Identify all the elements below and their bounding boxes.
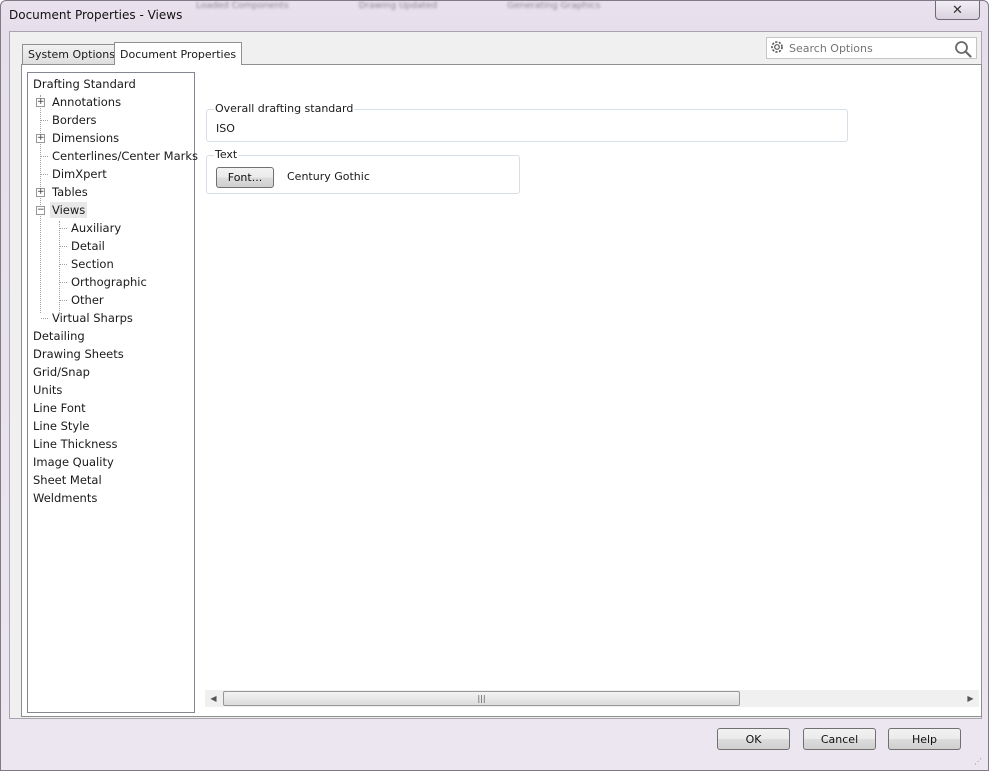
tree-item-sheet-metal[interactable]: Sheet Metal — [28, 471, 194, 489]
tree-item-orthographic[interactable]: Orthographic — [28, 273, 194, 291]
ok-button[interactable]: OK — [717, 728, 790, 750]
overall-drafting-standard-group: Overall drafting standard ISO — [206, 102, 848, 142]
grip-icon: ||| — [477, 694, 486, 703]
collapse-minus-icon[interactable]: − — [36, 206, 45, 215]
tree-item-image-quality[interactable]: Image Quality — [28, 453, 194, 471]
tree-item-centerlines[interactable]: Centerlines/Center Marks — [28, 147, 198, 165]
tree-item-detail[interactable]: Detail — [28, 237, 194, 255]
expand-plus-icon[interactable]: + — [36, 134, 45, 143]
expand-plus-icon[interactable]: + — [36, 188, 45, 197]
tree-item-line-style[interactable]: Line Style — [28, 417, 194, 435]
drafting-standard-value: ISO — [216, 122, 235, 135]
tree-item-dimxpert[interactable]: DimXpert — [28, 165, 194, 183]
dialog-client-area: System Options Document Properties Searc… — [9, 31, 982, 719]
horizontal-scrollbar[interactable]: ◀ ||| ▶ — [205, 690, 979, 707]
tree-item-weldments[interactable]: Weldments — [28, 489, 194, 507]
dialog-window: Document Properties - Views Loaded Compo… — [0, 0, 989, 771]
font-button[interactable]: Font... — [216, 167, 274, 188]
gear-icon[interactable] — [769, 39, 785, 58]
tree-item-auxiliary[interactable]: Auxiliary — [28, 219, 194, 237]
resize-grip-icon[interactable]: ⋰ — [974, 757, 982, 766]
window-title: Document Properties - Views — [9, 8, 183, 22]
tree-item-other[interactable]: Other — [28, 291, 194, 309]
group-title: Text — [214, 148, 239, 161]
background-status-labels: Loaded Components Drawing Updated Genera… — [196, 1, 600, 11]
search-icon[interactable] — [954, 40, 972, 61]
tree-item-units[interactable]: Units — [28, 381, 194, 399]
expand-plus-icon[interactable]: + — [36, 98, 45, 107]
tree-item-drafting-standard[interactable]: Drafting Standard — [28, 75, 194, 93]
title-bar[interactable]: Document Properties - Views Loaded Compo… — [1, 1, 988, 31]
tab-system-options[interactable]: System Options — [22, 44, 121, 64]
cancel-button[interactable]: Cancel — [803, 728, 876, 750]
tree-item-dimensions[interactable]: + Dimensions — [28, 129, 194, 147]
help-button[interactable]: Help — [888, 728, 961, 750]
tree-item-drawing-sheets[interactable]: Drawing Sheets — [28, 345, 194, 363]
close-button[interactable]: ✕ — [935, 1, 980, 20]
tree-item-virtual-sharps[interactable]: Virtual Sharps — [28, 309, 194, 327]
font-value: Century Gothic — [287, 170, 370, 183]
background-label: Loaded Components — [196, 1, 289, 11]
tree-item-line-font[interactable]: Line Font — [28, 399, 194, 417]
text-group: Text Font... Century Gothic — [206, 148, 520, 194]
close-icon: ✕ — [952, 2, 963, 18]
scroll-left-icon[interactable]: ◀ — [205, 690, 222, 707]
tree-item-grid-snap[interactable]: Grid/Snap — [28, 363, 194, 381]
search-input[interactable] — [789, 41, 949, 55]
tree-item-detailing[interactable]: Detailing — [28, 327, 194, 345]
tab-content-panel: Drafting Standard + Annotations Borders … — [21, 64, 982, 717]
tree-item-annotations[interactable]: + Annotations — [28, 93, 194, 111]
scroll-thumb[interactable]: ||| — [223, 691, 740, 706]
tree-item-views[interactable]: − Views — [28, 201, 194, 219]
tree-item-section[interactable]: Section — [28, 255, 194, 273]
tree-item-line-thickness[interactable]: Line Thickness — [28, 435, 194, 453]
group-title: Overall drafting standard — [214, 102, 355, 115]
tree-item-tables[interactable]: + Tables — [28, 183, 194, 201]
scroll-right-icon[interactable]: ▶ — [962, 690, 979, 707]
background-label: Generating Graphics — [507, 1, 601, 11]
background-label: Drawing Updated — [358, 1, 438, 11]
tree-item-borders[interactable]: Borders — [28, 111, 194, 129]
options-tree[interactable]: Drafting Standard + Annotations Borders … — [27, 72, 198, 713]
search-box[interactable] — [766, 37, 977, 59]
tab-document-properties[interactable]: Document Properties — [114, 42, 243, 65]
